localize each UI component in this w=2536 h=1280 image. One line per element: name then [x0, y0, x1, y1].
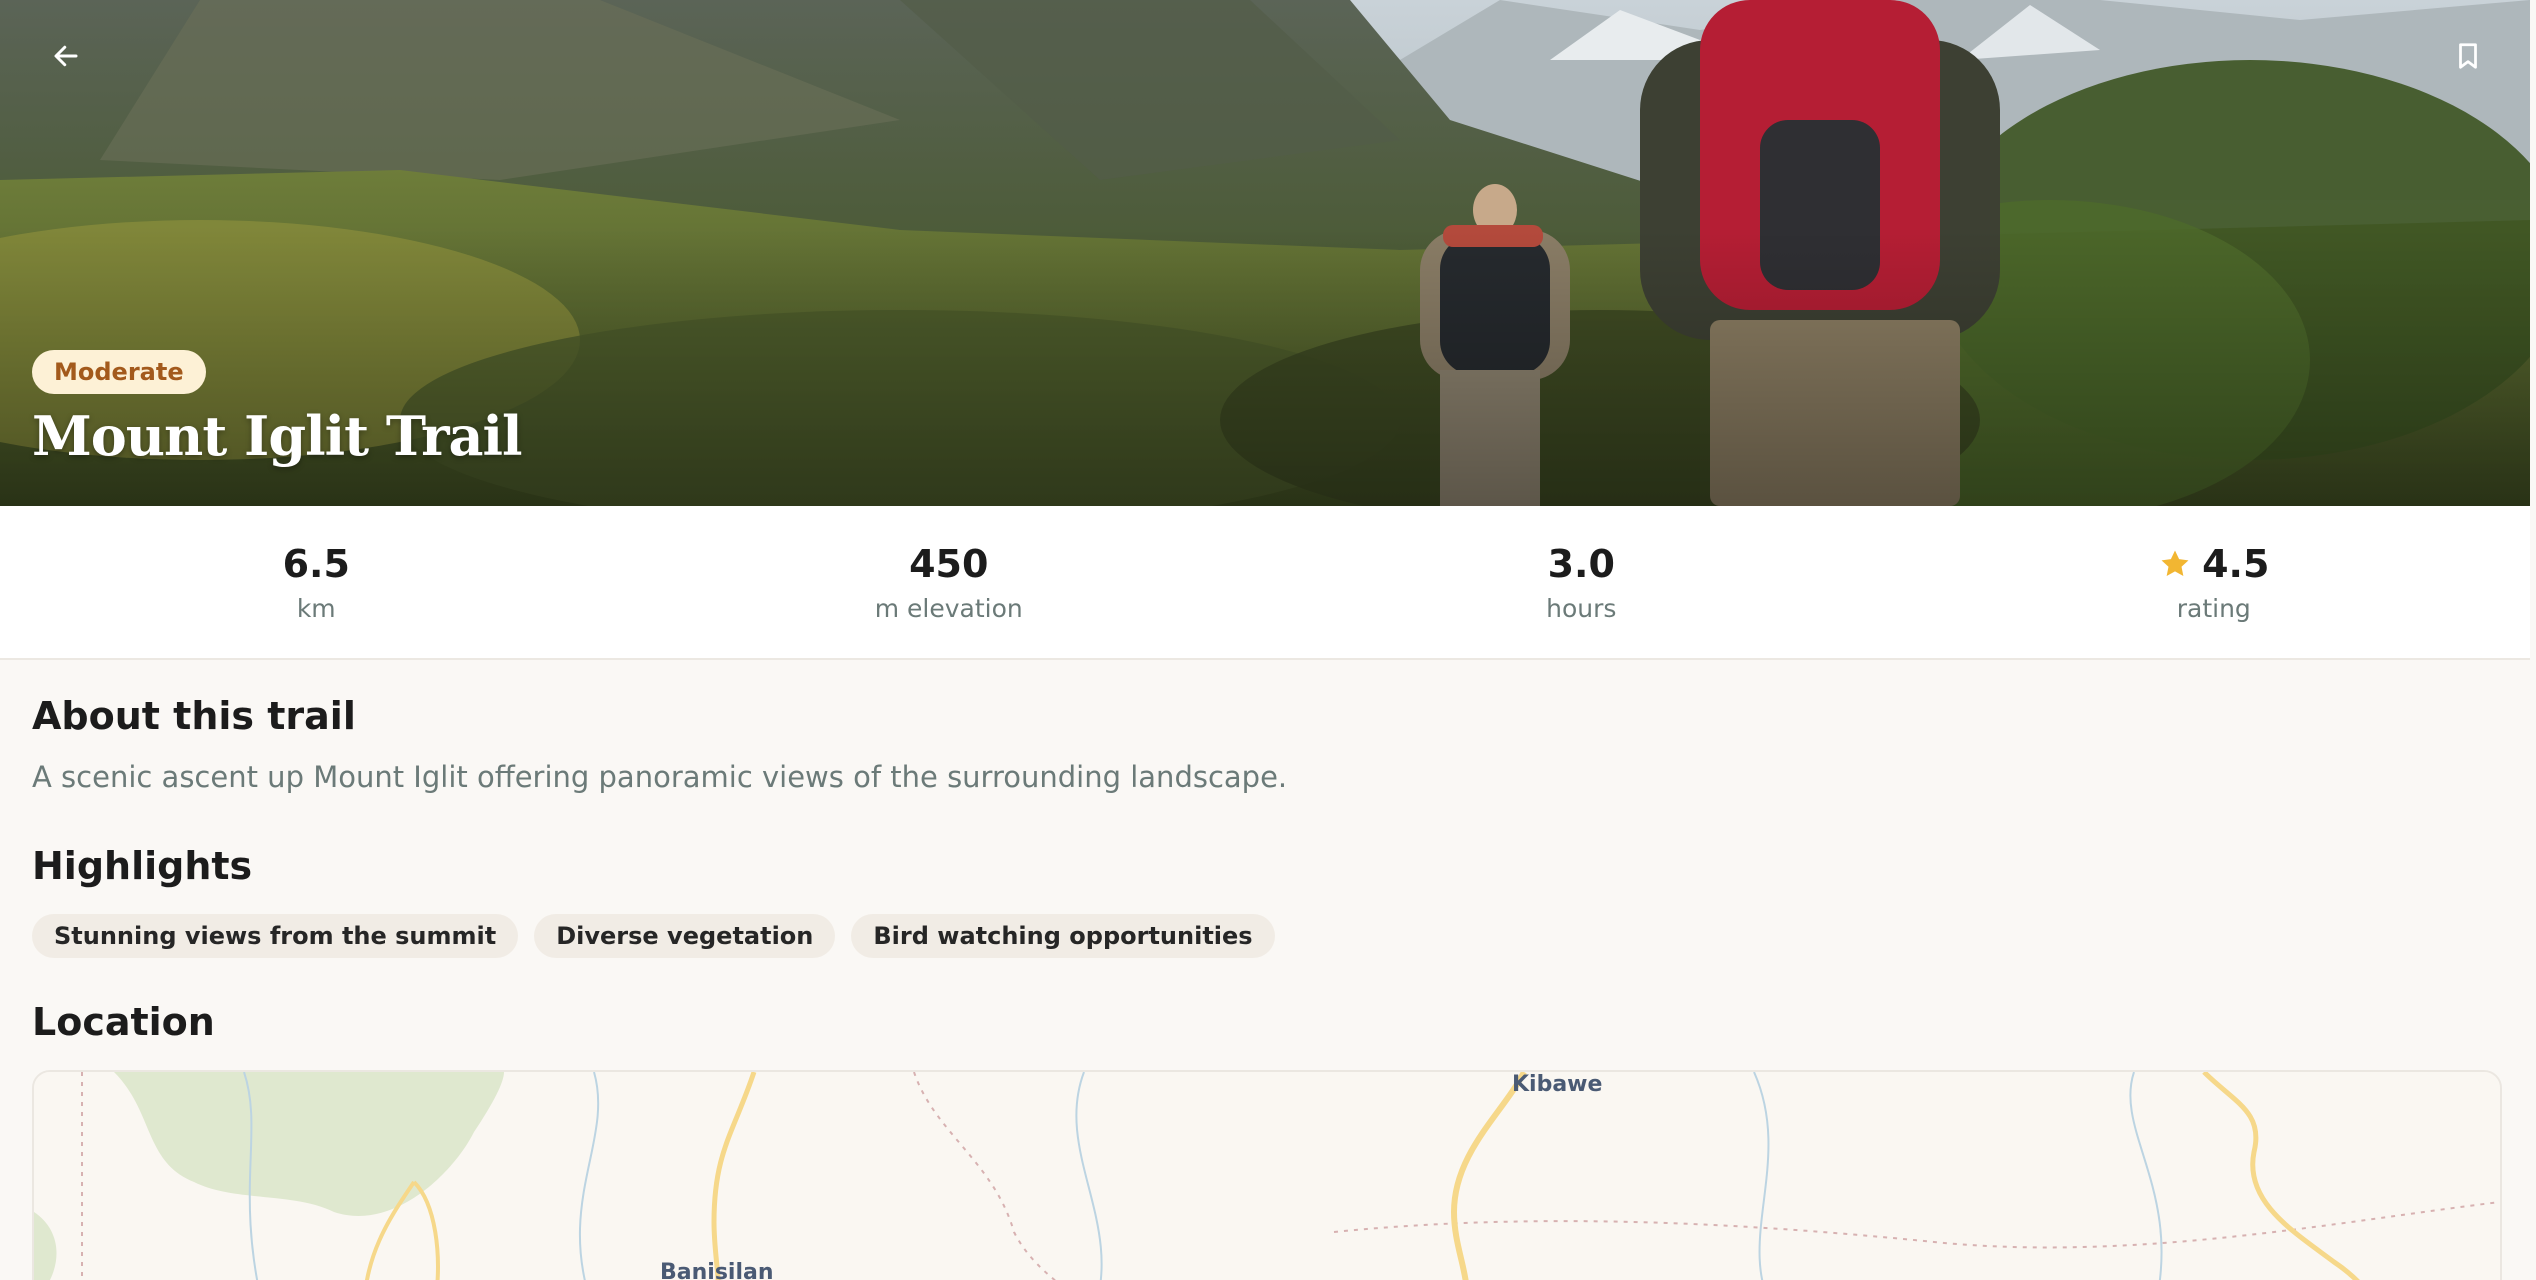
- location-heading: Location: [32, 1000, 215, 1044]
- highlights-heading: Highlights: [32, 844, 253, 888]
- trail-title: Mount Iglit Trail: [32, 404, 523, 468]
- arrow-left-icon: [54, 45, 78, 67]
- difficulty-badge: Moderate: [32, 350, 206, 394]
- map-label-banisilan: Banisilan: [660, 1260, 774, 1280]
- stat-label: km: [296, 593, 336, 623]
- stat-rating: 4.5 rating: [1898, 506, 2531, 658]
- stat-label: hours: [1546, 593, 1617, 623]
- hero-image: Moderate Mount Iglit Trail: [0, 0, 2530, 506]
- stat-duration: 3.0 hours: [1265, 506, 1898, 658]
- trail-detail-page: Moderate Mount Iglit Trail 6.5 km 450 m …: [0, 0, 2530, 1280]
- rating-value: 4.5: [2202, 541, 2270, 586]
- bookmark-button[interactable]: [2442, 30, 2494, 82]
- about-heading: About this trail: [32, 694, 356, 738]
- highlight-chip: Diverse vegetation: [534, 914, 836, 958]
- location-map[interactable]: Kibawe Banisilan: [32, 1070, 2502, 1280]
- bookmark-icon: [2459, 43, 2477, 69]
- map-tiles: [34, 1072, 2500, 1280]
- highlight-chip: Stunning views from the summit: [32, 914, 519, 958]
- stat-label: m elevation: [874, 593, 1023, 623]
- map-label-kibawe: Kibawe: [1512, 1072, 1603, 1097]
- back-button[interactable]: [40, 30, 92, 82]
- stat-value: 6.5: [282, 541, 350, 586]
- stat-value: 3.0: [1547, 541, 1615, 586]
- star-icon: [2161, 550, 2189, 576]
- stat-elevation: 450 m elevation: [633, 506, 1266, 658]
- highlights-list: Stunning views from the summit Diverse v…: [32, 914, 1275, 958]
- highlight-chip: Bird watching opportunities: [851, 914, 1275, 958]
- stat-label: rating: [2176, 593, 2251, 623]
- stats-bar: 6.5 km 450 m elevation 3.0 hours 4.5 rat…: [0, 506, 2530, 660]
- stat-value: 4.5: [2158, 542, 2269, 586]
- stat-value: 450: [909, 541, 989, 586]
- stat-distance: 6.5 km: [0, 506, 633, 658]
- about-description: A scenic ascent up Mount Iglit offering …: [32, 760, 1288, 794]
